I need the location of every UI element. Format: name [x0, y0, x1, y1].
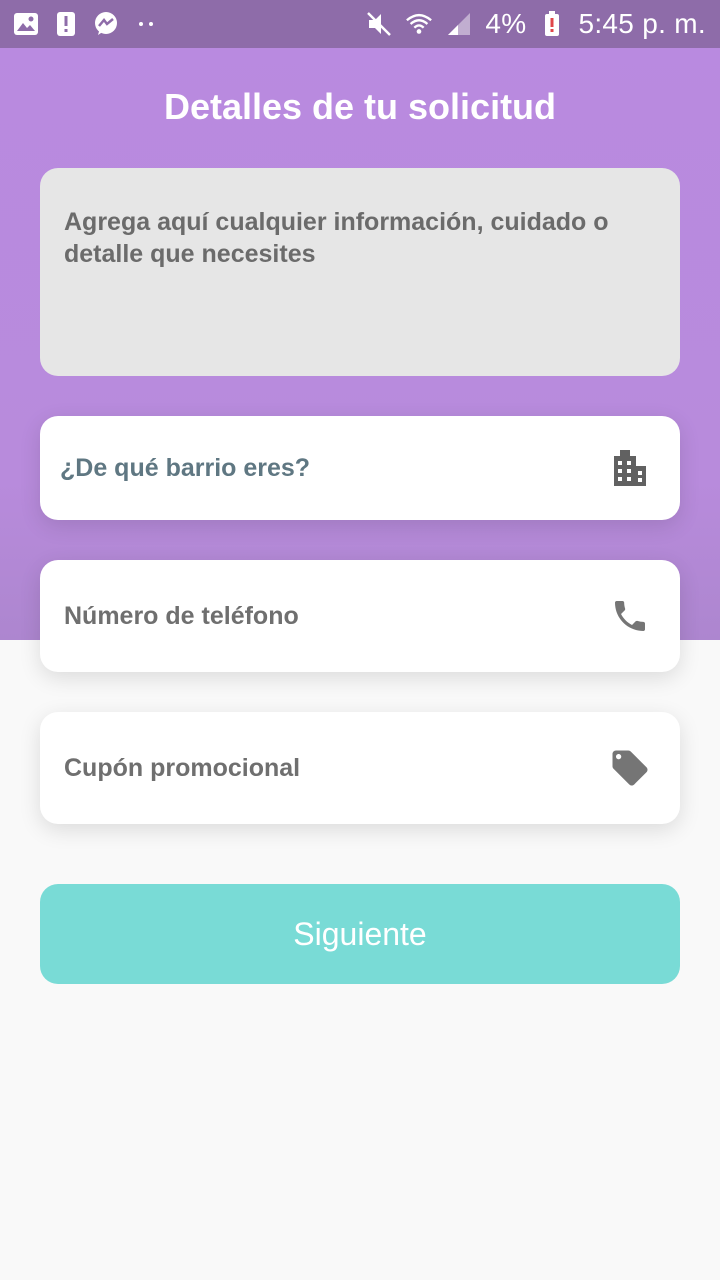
status-bar-right: 4% 5:45 p. m.: [365, 8, 706, 40]
messenger-icon: [92, 10, 120, 38]
battery-percentage: 4%: [485, 8, 527, 39]
page-title: Detalles de tu solicitud: [163, 86, 557, 127]
image-icon: [12, 10, 40, 38]
more-dots-icon: [132, 10, 160, 38]
phone-placeholder: Número de teléfono: [64, 601, 299, 630]
next-button[interactable]: Siguiente: [40, 884, 680, 984]
status-bar: 4% 5:45 p. m.: [0, 0, 720, 48]
signal-icon: [445, 10, 473, 38]
mute-icon: [365, 10, 393, 38]
clock: 5:45 p. m.: [578, 8, 706, 39]
phone-field[interactable]: Número de teléfono: [40, 560, 680, 672]
status-bar-left: [12, 10, 160, 38]
building-icon: [608, 446, 652, 490]
tag-icon: [608, 746, 652, 790]
coupon-field[interactable]: Cupón promocional: [40, 712, 680, 824]
details-placeholder: Agrega aquí cualquier información, cuida…: [64, 208, 609, 268]
wifi-icon: [405, 10, 433, 38]
details-textarea[interactable]: Agrega aquí cualquier información, cuida…: [40, 168, 680, 376]
alert-icon: [52, 10, 80, 38]
coupon-placeholder: Cupón promocional: [64, 753, 301, 782]
neighborhood-field[interactable]: ¿De qué barrio eres?: [40, 416, 680, 520]
phone-icon: [608, 594, 652, 638]
neighborhood-label: ¿De qué barrio eres?: [60, 453, 311, 482]
next-button-label: Siguiente: [293, 915, 427, 952]
battery-alert-icon: [538, 10, 566, 38]
